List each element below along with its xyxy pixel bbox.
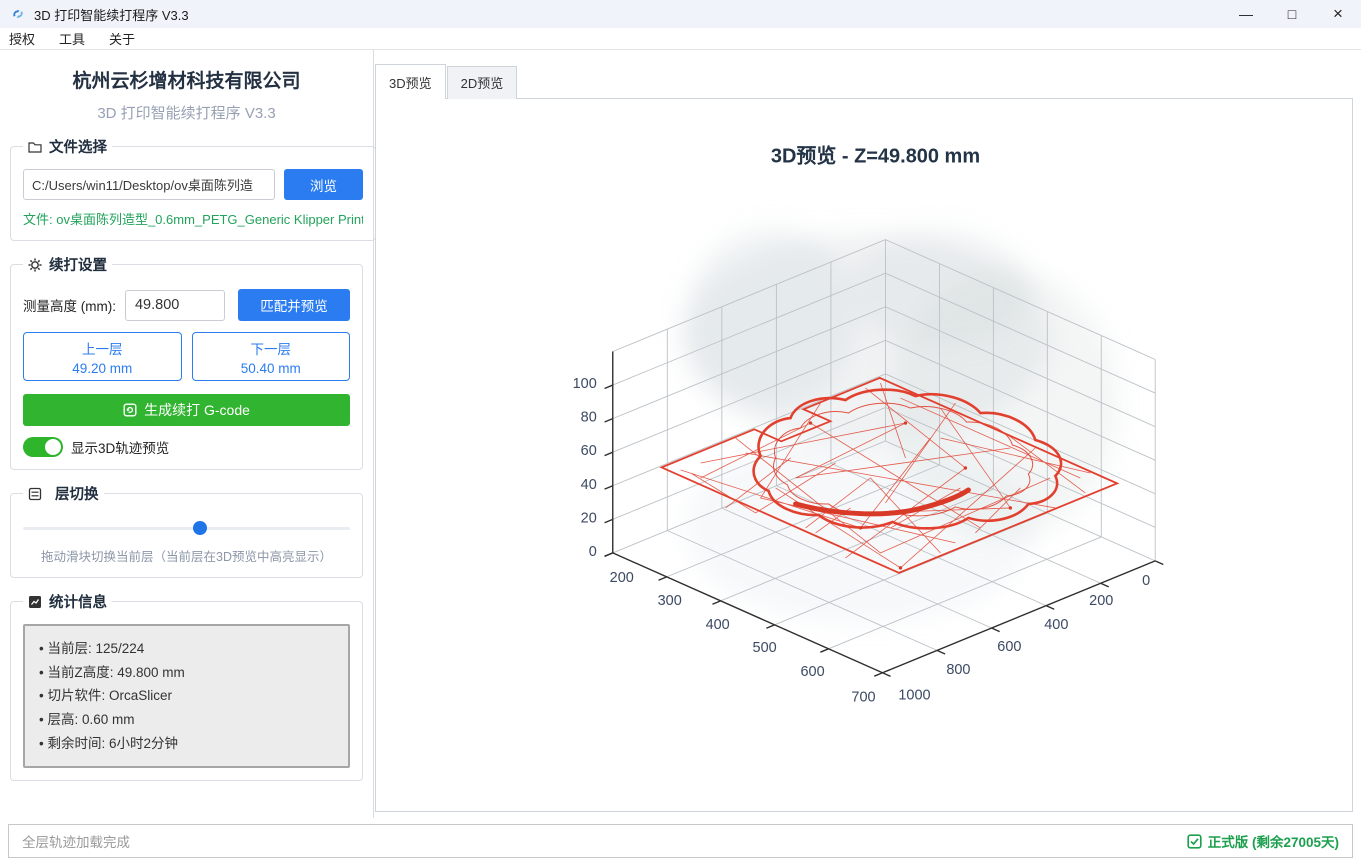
measure-height-label: 测量高度 (mm): — [23, 295, 116, 315]
file-selection-section: 文件选择 浏览 文件: ov桌面陈列造型_0.6mm_PETG_Generic … — [10, 136, 376, 241]
company-name: 杭州云杉增材科技有限公司 — [10, 66, 363, 93]
toggle-knob — [45, 439, 61, 455]
next-layer-button[interactable]: 下一层 50.40 mm — [192, 332, 351, 381]
file-section-title: 文件选择 — [49, 136, 107, 157]
layers-icon — [28, 487, 42, 501]
loaded-file-label: 文件: ov桌面陈列造型_0.6mm_PETG_Generic Klipper … — [23, 209, 363, 228]
y-tick-600: 600 — [800, 664, 824, 680]
resume-section-title: 续打设置 — [49, 254, 107, 275]
preview-tabbar: 3D预览 2D预览 — [375, 66, 1353, 99]
prev-layer-button[interactable]: 上一层 49.20 mm — [23, 332, 182, 381]
menubar: 授权 工具 关于 — [0, 28, 1361, 50]
prev-layer-value: 49.20 mm — [72, 361, 132, 376]
license-text: 正式版 (剩余27005天) — [1208, 831, 1339, 851]
stat-layer-height: 层高: 0.60 mm — [39, 708, 342, 732]
y-tick-300: 300 — [658, 593, 682, 609]
tab-2d-preview[interactable]: 2D预览 — [447, 66, 518, 99]
plot-title: 3D预览 - Z=49.800 mm — [771, 143, 980, 167]
maximize-button[interactable]: □ — [1269, 0, 1315, 28]
gcode-file-icon — [123, 403, 137, 417]
next-layer-label: 下一层 — [251, 338, 292, 358]
browse-button[interactable]: 浏览 — [284, 169, 363, 200]
x-tick-1000: 1000 — [898, 688, 930, 704]
y-tick-200: 200 — [610, 570, 634, 586]
match-preview-button[interactable]: 匹配并预览 — [238, 289, 350, 321]
folder-icon — [28, 140, 42, 154]
preview-panel: 3D预览 - Z=49.800 mm — [375, 98, 1353, 812]
layer-slider[interactable] — [23, 520, 350, 536]
y-tick-500: 500 — [753, 640, 777, 656]
stat-current-z: 当前Z高度: 49.800 mm — [39, 661, 342, 685]
file-path-input[interactable] — [23, 169, 275, 200]
x-tick-200: 200 — [1089, 593, 1113, 609]
tab-3d-preview[interactable]: 3D预览 — [375, 64, 446, 99]
generate-gcode-button[interactable]: 生成续打 G-code — [23, 394, 350, 426]
layer-switch-section: 层切换 拖动滑块切换当前层（当前层在3D预览中高亮显示） — [10, 483, 363, 578]
y-tick-400: 400 — [706, 617, 730, 633]
license-badge: 正式版 (剩余27005天) — [1187, 831, 1339, 851]
slider-thumb[interactable] — [193, 521, 207, 535]
show-3d-preview-toggle[interactable] — [23, 437, 63, 457]
menu-authorization[interactable]: 授权 — [9, 29, 35, 48]
x-tick-400: 400 — [1044, 617, 1068, 633]
z-tick-100: 100 — [573, 376, 597, 392]
stats-section-title: 统计信息 — [49, 591, 107, 612]
menu-tools[interactable]: 工具 — [59, 29, 85, 48]
app-subtitle: 3D 打印智能续打程序 V3.3 — [10, 102, 363, 123]
titlebar: 3D 打印智能续打程序 V3.3 — □ × — [0, 0, 1361, 28]
window-title: 3D 打印智能续打程序 V3.3 — [34, 5, 189, 24]
slider-track[interactable] — [23, 527, 350, 530]
3d-plot[interactable]: 3D预览 - Z=49.800 mm — [376, 99, 1352, 811]
sidebar: 杭州云杉增材科技有限公司 3D 打印智能续打程序 V3.3 文件选择 浏览 文件… — [0, 50, 374, 818]
z-tick-80: 80 — [581, 410, 597, 426]
gear-icon — [28, 258, 42, 272]
z-tick-60: 60 — [581, 443, 597, 459]
next-layer-value: 50.40 mm — [241, 361, 301, 376]
license-check-icon — [1187, 834, 1202, 849]
generate-gcode-label: 生成续打 G-code — [144, 400, 250, 420]
z-tick-40: 40 — [581, 477, 597, 493]
x-tick-800: 800 — [946, 662, 970, 678]
status-message: 全层轨迹加载完成 — [22, 831, 130, 851]
measure-height-input[interactable] — [125, 290, 225, 321]
stat-current-layer: 当前层: 125/224 — [39, 637, 342, 661]
stats-box: 当前层: 125/224 当前Z高度: 49.800 mm 切片软件: Orca… — [23, 624, 350, 768]
status-area: 全层轨迹加载完成 正式版 (剩余27005天) — [0, 818, 1361, 864]
x-tick-600: 600 — [997, 639, 1021, 655]
z-tick-0: 0 — [589, 544, 597, 560]
main-area: 3D预览 2D预览 3D预览 - Z=49.8 — [374, 50, 1361, 818]
x-tick-0: 0 — [1142, 573, 1150, 589]
stat-remaining-time: 剩余时间: 6小时2分钟 — [39, 732, 342, 756]
y-tick-700: 700 — [851, 690, 875, 706]
close-button[interactable]: × — [1315, 0, 1361, 28]
statusbar: 全层轨迹加载完成 正式版 (剩余27005天) — [8, 824, 1353, 858]
stat-slicer: 切片软件: OrcaSlicer — [39, 684, 342, 708]
statistics-section: 统计信息 当前层: 125/224 当前Z高度: 49.800 mm 切片软件:… — [10, 591, 363, 781]
app-logo-icon — [10, 6, 26, 22]
show-3d-preview-label: 显示3D轨迹预览 — [71, 437, 169, 457]
layer-section-title: 层切换 — [55, 483, 99, 504]
stats-icon — [28, 595, 42, 609]
menu-about[interactable]: 关于 — [109, 29, 135, 48]
resume-settings-section: 续打设置 测量高度 (mm): 匹配并预览 上一层 49.20 mm 下一层 5… — [10, 254, 363, 470]
prev-layer-label: 上一层 — [82, 338, 123, 358]
minimize-button[interactable]: — — [1223, 0, 1269, 28]
z-tick-20: 20 — [581, 510, 597, 526]
slider-hint: 拖动滑块切换当前层（当前层在3D预览中高亮显示） — [23, 546, 350, 565]
